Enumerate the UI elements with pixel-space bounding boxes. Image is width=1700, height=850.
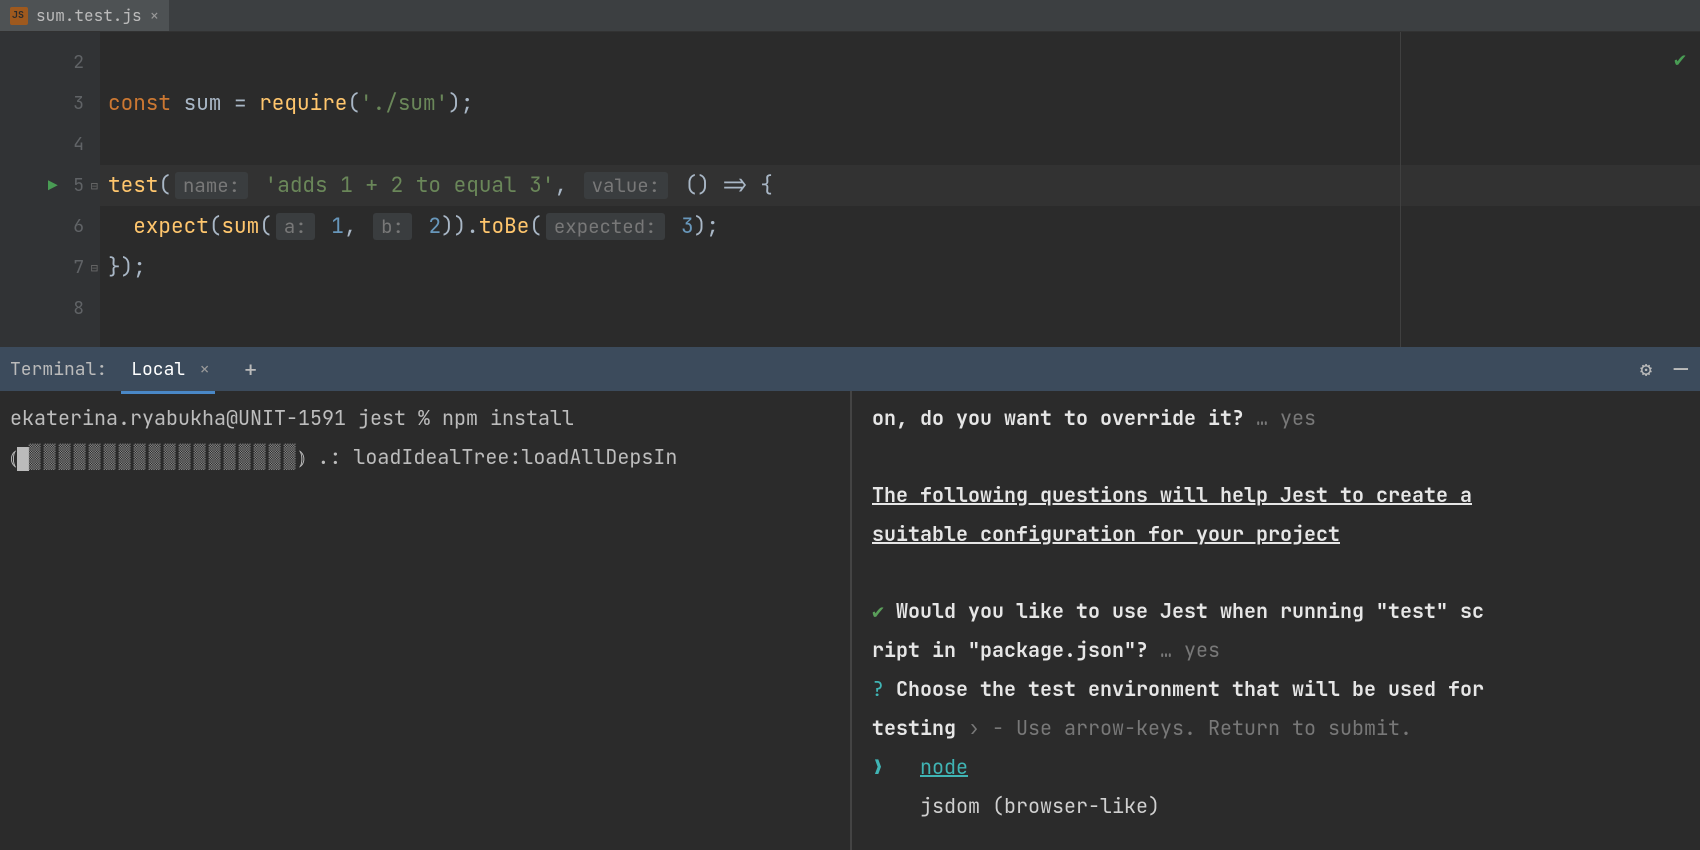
- terminal-option[interactable]: jsdom (browser-like): [872, 787, 1690, 826]
- editor-divider: [1400, 32, 1401, 347]
- line-number: 6: [73, 215, 84, 238]
- param-hint: b:: [373, 213, 412, 240]
- file-tab[interactable]: sum.test.js ×: [0, 0, 169, 31]
- add-terminal-icon[interactable]: +: [244, 355, 257, 384]
- terminal-cursor: [17, 447, 29, 471]
- fold-icon[interactable]: ⊟: [91, 260, 98, 276]
- line-number: 2: [73, 51, 84, 74]
- editor-gutter: 2 3 4 ▶ 5 ⊟ 6 7 ⊟ 8: [0, 32, 100, 347]
- close-icon[interactable]: ×: [150, 5, 160, 26]
- tab-filename: sum.test.js: [36, 5, 142, 26]
- param-hint: a:: [276, 213, 315, 240]
- fold-icon[interactable]: ⊟: [91, 178, 98, 194]
- code-editor[interactable]: 2 3 4 ▶ 5 ⊟ 6 7 ⊟ 8 const sum = require('./…: [0, 32, 1700, 347]
- param-hint: expected:: [546, 213, 665, 240]
- run-test-icon[interactable]: ▶: [48, 175, 58, 196]
- line-number: 7: [73, 256, 84, 279]
- terminal-line: ⦅▒▒▒▒▒▒▒▒▒▒▒▒▒▒▒▒▒▒⦆ .: loadIdealTree:lo…: [10, 438, 840, 477]
- terminal-option-selected[interactable]: ❯ node: [872, 748, 1690, 787]
- terminal-right-pane[interactable]: on, do you want to override it? … yes Th…: [850, 391, 1700, 850]
- close-icon[interactable]: ×: [199, 358, 210, 381]
- check-icon: ✔: [872, 598, 884, 624]
- terminal-line: testing › - Use arrow-keys. Return to su…: [872, 709, 1690, 748]
- terminal-title: Terminal:: [10, 358, 107, 381]
- js-file-icon: [10, 7, 28, 25]
- param-hint: value:: [584, 172, 668, 199]
- minimize-icon[interactable]: —: [1674, 354, 1688, 385]
- line-number: 4: [73, 133, 84, 156]
- terminal-line: ✔ Would you like to use Jest when runnin…: [872, 592, 1690, 631]
- terminal-line: ript in "package.json"? … yes: [872, 631, 1690, 670]
- line-number: 3: [73, 92, 84, 115]
- line-number: 8: [73, 297, 84, 320]
- terminal-body: ekaterina.ryabukha@UNIT-1591 jest % npm …: [0, 391, 1700, 850]
- terminal-line: The following questions will help Jest t…: [872, 476, 1690, 515]
- param-hint: name:: [175, 172, 248, 199]
- selection-arrow-icon: ❯: [872, 754, 884, 780]
- terminal-left-pane[interactable]: ekaterina.ryabukha@UNIT-1591 jest % npm …: [0, 391, 850, 850]
- code-area[interactable]: const sum = require('./sum'); test(name:…: [100, 32, 1700, 347]
- gear-icon[interactable]: ⚙: [1640, 356, 1652, 382]
- terminal-tab[interactable]: Local: [125, 352, 191, 387]
- inspection-ok-icon[interactable]: ✔: [1674, 46, 1686, 72]
- terminal-line: ekaterina.ryabukha@UNIT-1591 jest % npm …: [10, 399, 840, 438]
- line-number: 5: [73, 174, 84, 197]
- terminal-line: on, do you want to override it? … yes: [872, 399, 1690, 438]
- terminal-line: suitable configuration for your project: [872, 515, 1690, 554]
- editor-tabbar: sum.test.js ×: [0, 0, 1700, 32]
- terminal-header: Terminal: Local × + ⚙ —: [0, 347, 1700, 391]
- question-icon: ?: [872, 676, 884, 702]
- terminal-line: ? Choose the test environment that will …: [872, 670, 1690, 709]
